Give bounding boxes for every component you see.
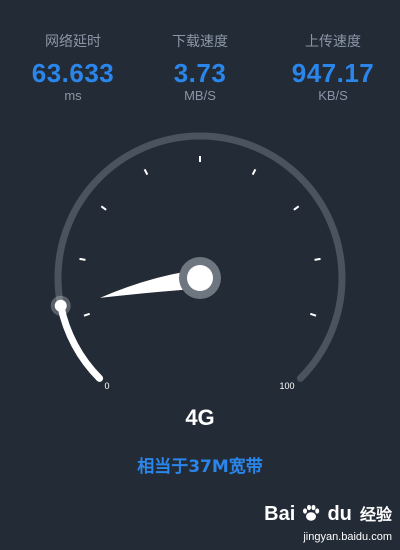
gauge-fill-cap [54, 299, 67, 312]
gauge-max-label: 100 [279, 381, 294, 391]
gauge-tick [293, 205, 300, 211]
gauge-tick [100, 205, 107, 211]
gauge-tick [79, 257, 86, 261]
needle-hub-inner [187, 265, 213, 291]
baidu-jingyan-watermark: Bai du 经验 jingyan.baidu.com [262, 499, 392, 544]
watermark-jingyan-text: 经验 [359, 505, 392, 524]
speed-gauge: 0 100 [50, 132, 346, 391]
watermark-bai-text: Bai [264, 503, 296, 525]
gauge-tick [251, 168, 257, 176]
paw-icon [303, 504, 320, 521]
gauge-needle [99, 257, 221, 299]
gauge-tick [310, 312, 317, 317]
gauge-min-label: 0 [104, 381, 109, 391]
watermark-logo: Bai du 经验 [262, 499, 392, 529]
gauge-tick [314, 257, 321, 261]
watermark-du-text: du [327, 503, 352, 525]
gauge-fill [57, 302, 104, 382]
gauge-tick [83, 312, 90, 317]
bandwidth-equivalent-text: 相当于37M宽带 [137, 457, 263, 477]
gauge-tick [143, 168, 149, 176]
watermark-url: jingyan.baidu.com [303, 531, 392, 543]
needle-blade [99, 271, 189, 298]
network-type-label: 4G [185, 405, 215, 430]
